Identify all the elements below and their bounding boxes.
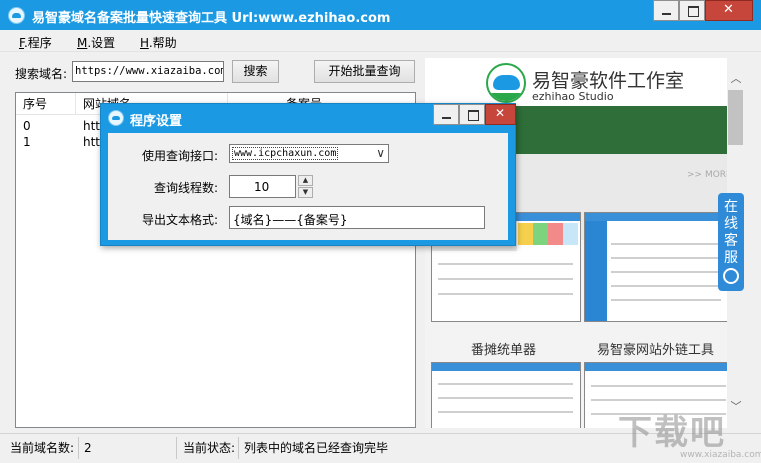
studio-logo-icon bbox=[486, 63, 526, 103]
customer-service-icon bbox=[723, 268, 739, 284]
minimize-button[interactable] bbox=[653, 0, 679, 21]
stepper-down-arrow-icon[interactable]: ▼ bbox=[298, 187, 313, 198]
export-format-label: 导出文本格式: bbox=[141, 213, 218, 227]
domain-count-value: 2 bbox=[84, 441, 92, 455]
ad-more-link[interactable]: >> MORE bbox=[687, 170, 727, 180]
search-input[interactable]: https://www.xiazaiba.com/ bbox=[72, 61, 224, 82]
scrollbar-thumb[interactable] bbox=[728, 90, 743, 145]
menu-help[interactable]: H.帮助 bbox=[140, 34, 177, 51]
ad-logo-strip: 易智豪软件工作室 ezhihao Studio bbox=[425, 58, 727, 106]
ad-caption-left[interactable]: 番摊统单器 bbox=[471, 339, 536, 358]
ad-brand-name: 易智豪软件工作室 bbox=[532, 70, 685, 92]
table-row-index[interactable]: 1 bbox=[16, 135, 76, 151]
dialog-body: 使用查询接口: www.icpchaxun.com ∨ 查询线程数: 10 ▲ … bbox=[108, 133, 508, 240]
domain-count-label: 当前域名数: bbox=[10, 441, 75, 455]
api-label: 使用查询接口: bbox=[141, 149, 218, 163]
threads-label: 查询线程数: bbox=[153, 181, 218, 195]
status-text: 列表中的域名已经查询完毕 bbox=[244, 441, 389, 455]
online-service-tab[interactable]: 在 线 客 服 bbox=[718, 193, 744, 291]
scroll-up-arrow-icon[interactable]: ︿ bbox=[727, 70, 745, 87]
product-screenshot-thumbnail[interactable] bbox=[584, 212, 727, 322]
dialog-title: 程序设置 bbox=[130, 114, 183, 129]
export-format-input[interactable]: {域名}——{备案号} bbox=[229, 206, 485, 229]
settings-dialog: 程序设置 使用查询接口: www.icpchaxun.com ∨ 查询线程数: … bbox=[100, 103, 516, 246]
product-screenshot-thumbnail[interactable] bbox=[431, 362, 581, 428]
ad-brand-english: ezhihao Studio bbox=[532, 90, 614, 103]
search-label: 搜索域名: bbox=[15, 67, 68, 81]
api-select-value: www.icpchaxun.com bbox=[231, 147, 339, 160]
watermark-url: www.xiazaiba.com bbox=[680, 450, 761, 460]
column-header-index[interactable]: 序号 bbox=[16, 93, 76, 115]
ad-caption-right[interactable]: 易智豪网站外链工具 bbox=[597, 339, 714, 358]
menu-settings[interactable]: M.设置 bbox=[77, 34, 115, 51]
app-cloud-icon bbox=[8, 7, 25, 24]
dialog-cloud-icon bbox=[108, 110, 124, 126]
dialog-maximize-button[interactable] bbox=[459, 104, 485, 125]
start-batch-query-button[interactable]: 开始批量查询 bbox=[314, 60, 415, 83]
window-title: 易智豪域名备案批量快速查询工具 Url:www.ezhihao.com bbox=[32, 11, 391, 26]
menu-program[interactable]: F.程序 bbox=[19, 34, 52, 51]
search-button[interactable]: 搜索 bbox=[232, 60, 279, 83]
table-row-index[interactable]: 0 bbox=[16, 119, 76, 135]
scroll-down-arrow-icon[interactable]: ﹀ bbox=[727, 398, 745, 415]
stepper-up-arrow-icon[interactable]: ▲ bbox=[298, 175, 313, 186]
api-select[interactable]: www.icpchaxun.com ∨ bbox=[229, 144, 389, 163]
dialog-close-button[interactable] bbox=[485, 104, 516, 125]
menu-bar: F.程序 M.设置 H.帮助 bbox=[0, 30, 761, 52]
close-button[interactable] bbox=[705, 0, 753, 21]
chevron-down-icon: ∨ bbox=[376, 146, 385, 160]
threads-stepper-buttons: ▲ ▼ bbox=[298, 175, 313, 198]
threads-stepper[interactable]: 10 bbox=[229, 175, 296, 198]
status-label: 当前状态: bbox=[183, 441, 236, 455]
watermark-logo: 下载吧 bbox=[618, 413, 726, 453]
maximize-button[interactable] bbox=[679, 0, 705, 21]
title-bar: 易智豪域名备案批量快速查询工具 Url:www.ezhihao.com bbox=[0, 0, 761, 30]
threads-value: 10 bbox=[254, 180, 270, 194]
dialog-minimize-button[interactable] bbox=[433, 104, 459, 125]
